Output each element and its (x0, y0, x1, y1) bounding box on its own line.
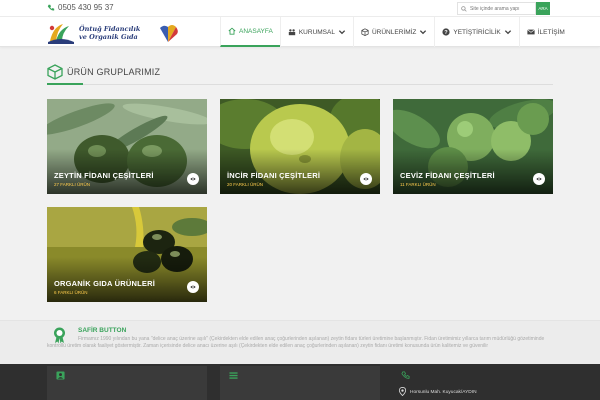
nav-item-label: YETİŞTİRİCİLİK (453, 28, 501, 36)
nav-menu: ANASAYFA KURUMSAL ÜRÜNLERİMİZ ? YETİŞTİR… (220, 17, 572, 47)
phone-icon (401, 371, 410, 379)
main-navigation: Öntuğ Fidancılık ve Organik Gıda ANASAYF… (0, 17, 600, 47)
location-pin-icon (398, 387, 407, 396)
search-form: ARA (457, 2, 550, 15)
envelope-icon (526, 29, 535, 35)
eye-icon (363, 177, 369, 181)
home-icon (228, 27, 236, 35)
card-view-button[interactable] (533, 173, 545, 185)
footer-column-2 (220, 366, 380, 400)
site-logo[interactable]: Öntuğ Fidancılık ve Organik Gıda (47, 20, 181, 46)
contact-card-icon (56, 371, 65, 380)
nav-item-label: ÜRÜNLERİMİZ (371, 28, 417, 36)
menu-lines-icon (229, 372, 238, 379)
search-icon (461, 5, 467, 12)
nav-item-cultivation[interactable]: ? YETİŞTİRİCİLİK (434, 17, 518, 47)
about-title: SAFİR BUTTON (78, 327, 127, 334)
page-title: ÜRÜN GRUPLARIMIZ (67, 67, 161, 77)
nav-item-corporate[interactable]: KURUMSAL (279, 17, 353, 47)
card-view-button[interactable] (187, 281, 199, 293)
footer-column-1 (47, 366, 207, 400)
eye-icon (190, 285, 196, 289)
section-heading: ÜRÜN GRUPLARIMIZ (47, 64, 160, 80)
phone-contact[interactable]: 0505 430 95 37 (47, 3, 114, 12)
box-icon (47, 64, 63, 80)
phone-icon (47, 4, 55, 11)
top-bar: 0505 430 95 37 ARA (0, 0, 600, 17)
card-title: CEVİZ FİDANI ÇEŞİTLERİ (400, 171, 495, 180)
card-view-button[interactable] (187, 173, 199, 185)
phone-number: 0505 430 95 37 (58, 3, 114, 12)
product-card-olive[interactable]: ZEYTİN FİDANI ÇEŞİTLERİ 27 FARKLI ÜRÜN (47, 99, 207, 194)
logo-text: Öntuğ Fidancılık ve Organik Gıda (79, 25, 140, 41)
question-icon: ? (442, 28, 450, 36)
eye-icon (536, 177, 542, 181)
box-icon (361, 28, 369, 36)
card-count: 20 FARKLI ÜRÜN (227, 182, 264, 187)
card-title: ORGANİK GIDA ÜRÜNLERİ (54, 279, 156, 288)
card-title: ZEYTİN FİDANI ÇEŞİTLERİ (54, 171, 154, 180)
users-icon (288, 29, 296, 36)
card-title: İNCİR FİDANI ÇEŞİTLERİ (227, 171, 321, 180)
logo-line-1: Öntuğ Fidancılık (79, 25, 141, 33)
chevron-down-icon (504, 30, 511, 35)
chevron-down-icon (420, 30, 427, 35)
nav-item-products[interactable]: ÜRÜNLERİMİZ (352, 17, 434, 47)
product-card-organic[interactable]: ORGANİK GIDA ÜRÜNLERİ 6 FARKLI ÜRÜN (47, 207, 207, 302)
svg-text:?: ? (445, 30, 449, 36)
section-divider (47, 83, 553, 85)
nav-item-contact[interactable]: İLETİŞİM (518, 17, 572, 47)
search-box (457, 2, 536, 15)
footer-address: Horsunlu Mah. Kuyucak/AYDIN (410, 390, 477, 395)
logo-fan-icon (160, 25, 178, 42)
nav-item-home[interactable]: ANASAYFA (220, 17, 280, 47)
search-input[interactable] (470, 5, 532, 12)
nav-item-label: ANASAYFA (239, 27, 273, 35)
card-count: 6 FARKLI ÜRÜN (54, 290, 88, 295)
card-count: 27 FARKLI ÜRÜN (54, 182, 91, 187)
logo-line-2: ve Organik Gıda (79, 33, 138, 41)
product-card-walnut[interactable]: CEVİZ FİDANI ÇEŞİTLERİ 11 FARKLI ÜRÜN (393, 99, 553, 194)
card-view-button[interactable] (360, 173, 372, 185)
logo-emblem-icon (48, 24, 74, 44)
nav-item-label: KURUMSAL (298, 28, 335, 36)
search-button[interactable]: ARA (536, 2, 550, 15)
nav-item-label: İLETİŞİM (537, 28, 565, 36)
about-text: Firmamız 1990 yılından bu yana "delice a… (47, 336, 545, 349)
eye-icon (190, 177, 196, 181)
card-count: 11 FARKLI ÜRÜN (400, 182, 436, 187)
product-card-fig[interactable]: İNCİR FİDANI ÇEŞİTLERİ 20 FARKLI ÜRÜN (220, 99, 380, 194)
chevron-down-icon (338, 30, 346, 35)
